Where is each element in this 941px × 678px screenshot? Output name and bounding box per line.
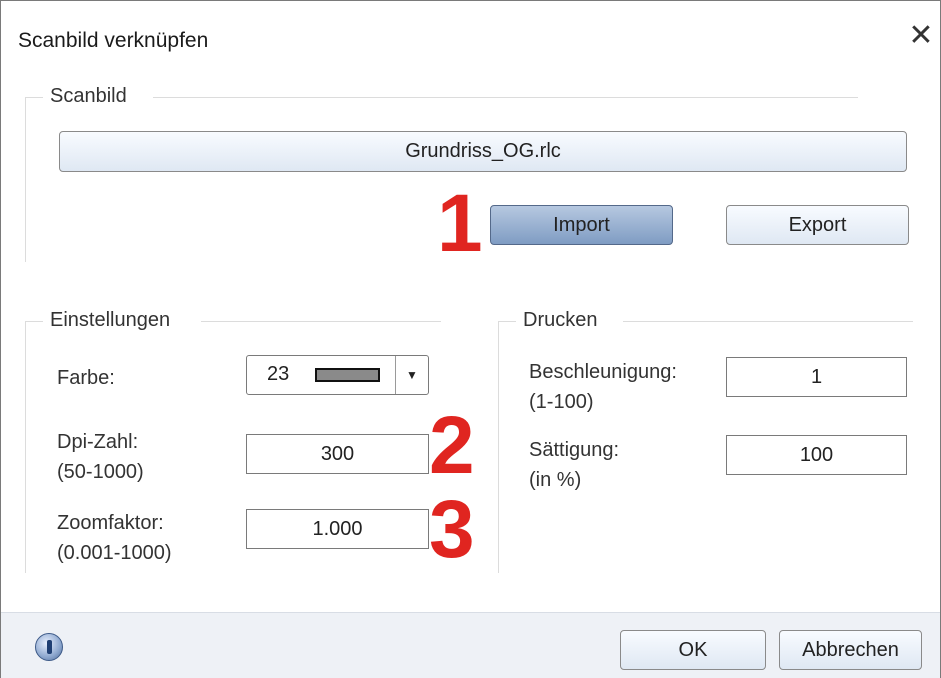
- einstellungen-group-label: Einstellungen: [46, 309, 175, 332]
- dialog-title: Scanbild verknüpfen: [18, 29, 209, 52]
- dpi-label: Dpi-Zahl:: [57, 431, 139, 453]
- close-icon[interactable]: ✕: [906, 21, 936, 51]
- info-icon[interactable]: [35, 633, 63, 661]
- cancel-button[interactable]: Abbrechen: [779, 630, 922, 670]
- zoom-range-label: (0.001-1000): [57, 542, 172, 564]
- farbe-label: Farbe:: [57, 367, 115, 389]
- export-button[interactable]: Export: [726, 205, 909, 245]
- annotation-marker-2: 2: [429, 400, 475, 491]
- scanbild-file-button[interactable]: Grundriss_OG.rlc: [59, 131, 907, 172]
- drucken-group-label: Drucken: [519, 309, 602, 332]
- farbe-value: 23: [267, 363, 290, 385]
- farbe-select[interactable]: 23 ▼: [246, 355, 429, 395]
- farbe-swatch: [315, 368, 380, 382]
- beschleunigung-label: Beschleunigung:: [529, 361, 677, 383]
- saettigung-input[interactable]: 100: [726, 435, 907, 475]
- annotation-marker-1: 1: [437, 178, 483, 269]
- zoom-input[interactable]: 1.000: [246, 509, 429, 549]
- dpi-range-label: (50-1000): [57, 461, 144, 483]
- saettigung-range-label: (in %): [529, 469, 582, 491]
- beschleunigung-input[interactable]: 1: [726, 357, 907, 397]
- saettigung-label: Sättigung:: [529, 439, 620, 461]
- zoom-label: Zoomfaktor:: [57, 512, 164, 534]
- dialog-window: Scanbild verknüpfen ✕ Scanbild Grundriss…: [0, 0, 941, 678]
- beschleunigung-range-label: (1-100): [529, 391, 594, 413]
- ok-button[interactable]: OK: [620, 630, 766, 670]
- annotation-marker-3: 3: [429, 484, 475, 575]
- import-button[interactable]: Import: [490, 205, 673, 245]
- scanbild-group-label: Scanbild: [46, 85, 131, 108]
- chevron-down-icon[interactable]: ▼: [395, 356, 428, 394]
- dpi-input[interactable]: 300: [246, 434, 429, 474]
